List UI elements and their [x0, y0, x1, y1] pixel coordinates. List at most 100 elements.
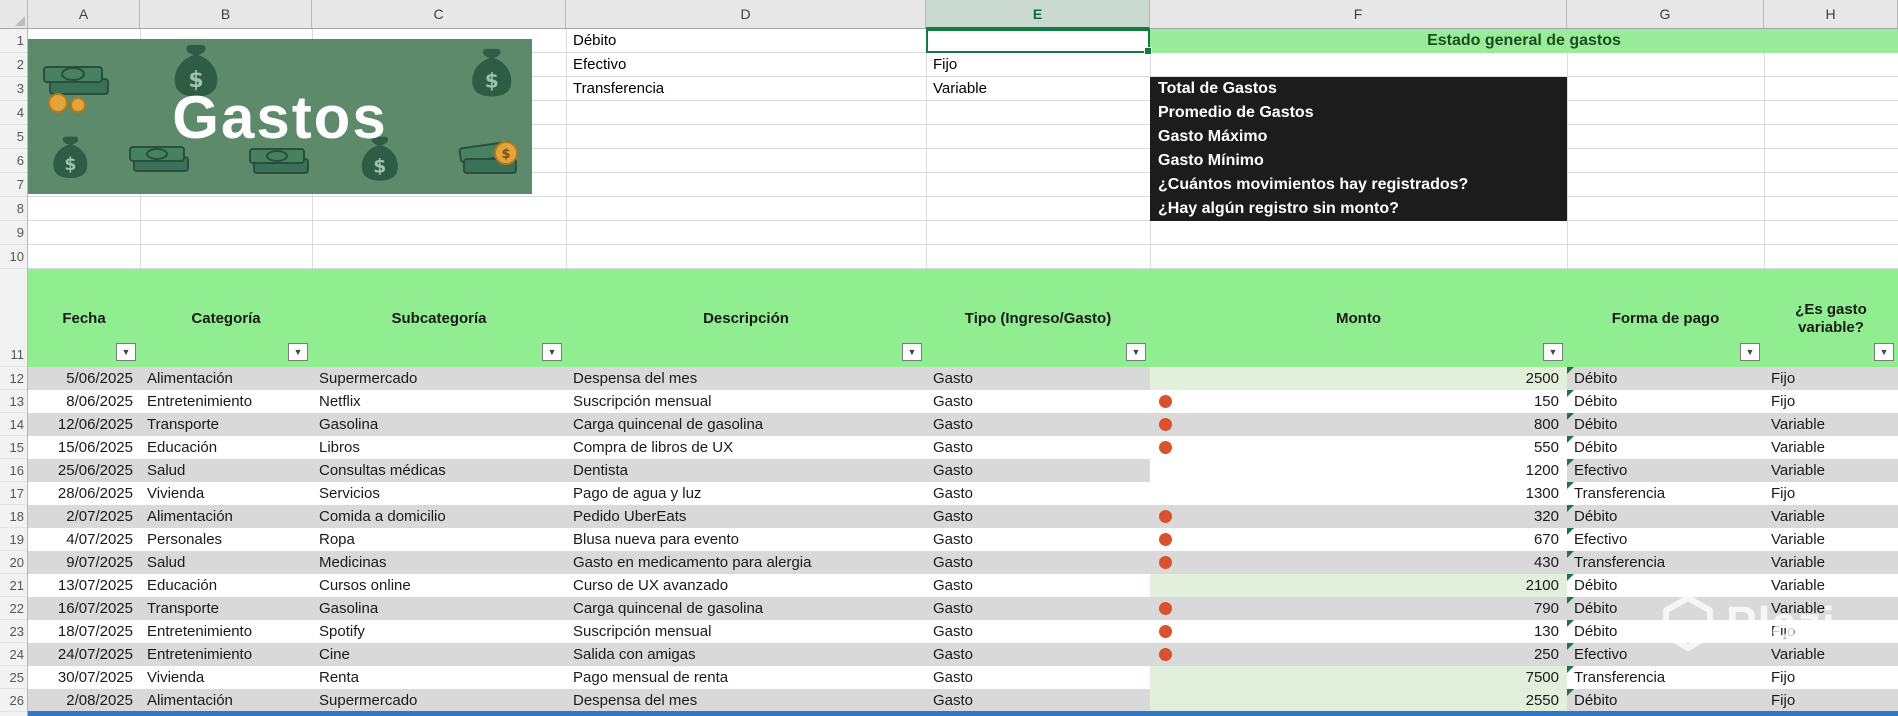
cell-tipo[interactable]: Gasto [926, 367, 1150, 390]
cell-tipo[interactable]: Gasto [926, 597, 1150, 620]
cell-categoria[interactable]: Alimentación [140, 689, 312, 712]
row-header-17[interactable]: 17 [0, 482, 27, 505]
cell-tipo[interactable]: Gasto [926, 551, 1150, 574]
cell-categoria[interactable]: Salud [140, 459, 312, 482]
row-header-10[interactable]: 10 [0, 245, 27, 269]
cell-descripcion[interactable]: Suscripción mensual [566, 620, 926, 643]
column-header-F[interactable]: F [1150, 0, 1567, 28]
cell-expense-type[interactable]: Fijo [933, 53, 957, 77]
row-header-19[interactable]: 19 [0, 528, 27, 551]
column-header-H[interactable]: H [1764, 0, 1898, 28]
cell-monto[interactable]: 790 [1150, 597, 1567, 620]
cell-forma_pago[interactable]: Transferencia [1567, 482, 1764, 505]
cell-categoria[interactable]: Vivienda [140, 666, 312, 689]
cell-payment-method[interactable]: Débito [573, 29, 616, 53]
cell-fecha[interactable]: 15/06/2025 [28, 436, 140, 459]
cell-subcategoria[interactable]: Comida a domicilio [312, 505, 566, 528]
column-header-C[interactable]: C [312, 0, 566, 28]
cell-fecha[interactable]: 2/07/2025 [28, 505, 140, 528]
cell-subcategoria[interactable]: Supermercado [312, 367, 566, 390]
column-header-D[interactable]: D [566, 0, 926, 28]
cell-fecha[interactable]: 16/07/2025 [28, 597, 140, 620]
cell-fecha[interactable]: 4/07/2025 [28, 528, 140, 551]
cell-fecha[interactable]: 30/07/2025 [28, 666, 140, 689]
summary-question-cell[interactable]: Promedio de Gastos [1158, 101, 1567, 125]
cell-es_variable[interactable]: Fijo [1764, 367, 1898, 390]
cell-es_variable[interactable]: Variable [1764, 505, 1898, 528]
cell-forma_pago[interactable]: Transferencia [1567, 666, 1764, 689]
row-header-26[interactable]: 26 [0, 689, 27, 712]
row-header-15[interactable]: 15 [0, 436, 27, 459]
cell-subcategoria[interactable]: Medicinas [312, 551, 566, 574]
cell-descripcion[interactable]: Blusa nueva para evento [566, 528, 926, 551]
cell-descripcion[interactable]: Despensa del mes [566, 689, 926, 712]
column-header-G[interactable]: G [1567, 0, 1764, 28]
filter-button-G[interactable]: ▼ [1740, 343, 1760, 361]
cell-fecha[interactable]: 9/07/2025 [28, 551, 140, 574]
row-header-16[interactable]: 16 [0, 459, 27, 482]
cell-tipo[interactable]: Gasto [926, 643, 1150, 666]
cell-tipo[interactable]: Gasto [926, 528, 1150, 551]
row-header-22[interactable]: 22 [0, 597, 27, 620]
cell-descripcion[interactable]: Pago de agua y luz [566, 482, 926, 505]
cell-categoria[interactable]: Transporte [140, 413, 312, 436]
row-header-20[interactable]: 20 [0, 551, 27, 574]
row-header-14[interactable]: 14 [0, 413, 27, 436]
cell-categoria[interactable]: Entretenimiento [140, 643, 312, 666]
cell-descripcion[interactable]: Suscripción mensual [566, 390, 926, 413]
row-header-3[interactable]: 3 [0, 77, 27, 101]
summary-question-cell[interactable]: ¿Cuántos movimientos hay registrados? [1158, 173, 1567, 197]
row-header-24[interactable]: 24 [0, 643, 27, 666]
cell-descripcion[interactable]: Pago mensual de renta [566, 666, 926, 689]
row-header-5[interactable]: 5 [0, 125, 27, 149]
cell-subcategoria[interactable]: Renta [312, 666, 566, 689]
cell-monto[interactable]: 550 [1150, 436, 1567, 459]
cell-subcategoria[interactable]: Gasolina [312, 597, 566, 620]
cell-descripcion[interactable]: Carga quincenal de gasolina [566, 413, 926, 436]
cell-subcategoria[interactable]: Ropa [312, 528, 566, 551]
cell-subcategoria[interactable]: Gasolina [312, 413, 566, 436]
cell-monto[interactable]: 800 [1150, 413, 1567, 436]
cell-fecha[interactable]: 18/07/2025 [28, 620, 140, 643]
cell-es_variable[interactable]: Fijo [1764, 482, 1898, 505]
cell-subcategoria[interactable]: Cursos online [312, 574, 566, 597]
cell-fecha[interactable]: 8/06/2025 [28, 390, 140, 413]
cell-tipo[interactable]: Gasto [926, 436, 1150, 459]
cell-payment-method[interactable]: Efectivo [573, 53, 626, 77]
cell-categoria[interactable]: Entretenimiento [140, 620, 312, 643]
cell-descripcion[interactable]: Despensa del mes [566, 367, 926, 390]
cell-monto[interactable]: 150 [1150, 390, 1567, 413]
cell-subcategoria[interactable]: Libros [312, 436, 566, 459]
row-header-8[interactable]: 8 [0, 197, 27, 221]
cell-es_variable[interactable]: Variable [1764, 436, 1898, 459]
table-header-B[interactable]: Categoría [140, 299, 312, 339]
cell-categoria[interactable]: Alimentación [140, 367, 312, 390]
row-header-21[interactable]: 21 [0, 574, 27, 597]
cell-es_variable[interactable]: Variable [1764, 459, 1898, 482]
cell-es_variable[interactable]: Fijo [1764, 390, 1898, 413]
row-header-25[interactable]: 25 [0, 666, 27, 689]
cell-forma_pago[interactable]: Débito [1567, 367, 1764, 390]
filter-button-C[interactable]: ▼ [542, 343, 562, 361]
cell-tipo[interactable]: Gasto [926, 666, 1150, 689]
table-header-F[interactable]: Monto [1150, 299, 1567, 339]
cell-forma_pago[interactable]: Débito [1567, 505, 1764, 528]
cell-forma_pago[interactable]: Efectivo [1567, 528, 1764, 551]
cell-descripcion[interactable]: Compra de libros de UX [566, 436, 926, 459]
cell-expense-type[interactable]: Variable [933, 77, 987, 101]
cell-es_variable[interactable]: Fijo [1764, 666, 1898, 689]
cell-descripcion[interactable]: Gasto en medicamento para alergia [566, 551, 926, 574]
row-header-2[interactable]: 2 [0, 53, 27, 77]
summary-question-cell[interactable]: Total de Gastos [1158, 77, 1567, 101]
summary-question-cell[interactable]: Gasto Mínimo [1158, 149, 1567, 173]
cell-subcategoria[interactable]: Cine [312, 643, 566, 666]
filter-button-A[interactable]: ▼ [116, 343, 136, 361]
cell-monto[interactable]: 2100 [1150, 574, 1567, 597]
cell-descripcion[interactable]: Curso de UX avanzado [566, 574, 926, 597]
cell-monto[interactable]: 7500 [1150, 666, 1567, 689]
row-header-7[interactable]: 7 [0, 173, 27, 197]
table-header-D[interactable]: Descripción [566, 299, 926, 339]
cell-descripcion[interactable]: Carga quincenal de gasolina [566, 597, 926, 620]
cell-subcategoria[interactable]: Supermercado [312, 689, 566, 712]
filter-button-F[interactable]: ▼ [1543, 343, 1563, 361]
